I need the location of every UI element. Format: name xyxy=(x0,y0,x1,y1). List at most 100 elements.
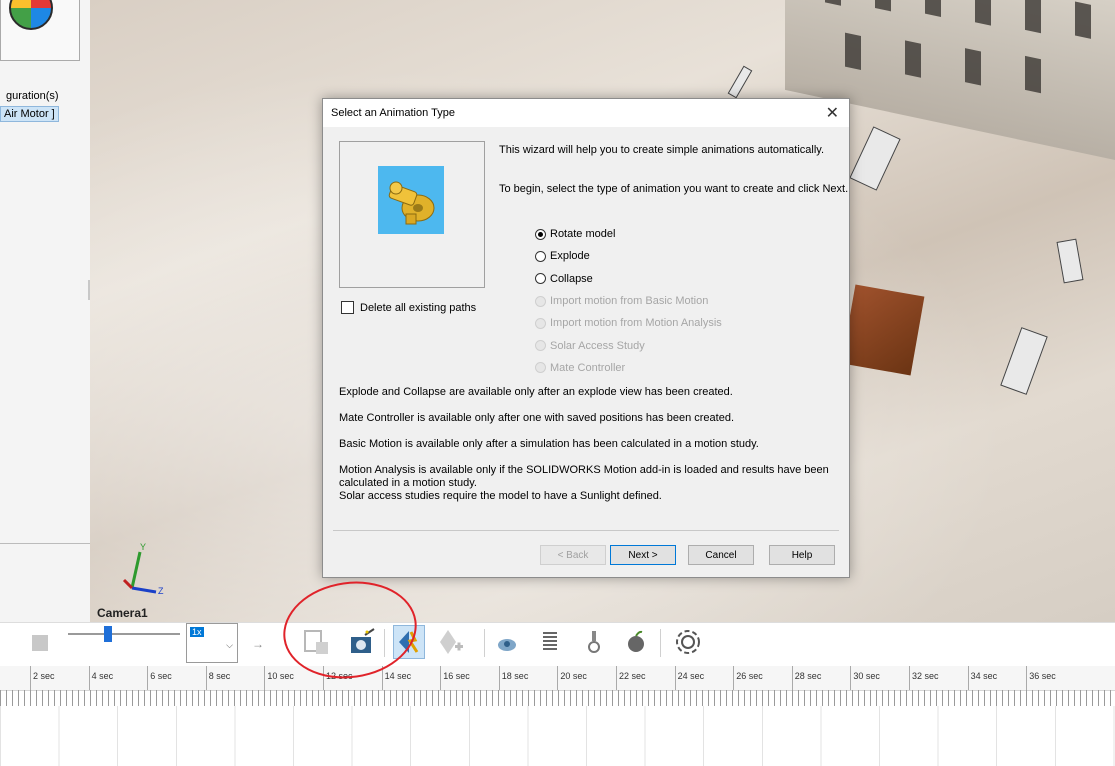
animation-preview xyxy=(339,141,485,288)
contact-icon[interactable] xyxy=(578,625,610,659)
timeline[interactable]: 2 sec 4 sec 6 sec 8 sec 10 sec 12 sec 14 sec 16… xyxy=(0,666,1115,766)
ruler-time-label: 30 sec xyxy=(853,671,880,681)
ruler-major-tick xyxy=(30,666,31,690)
appearance-ball-icon xyxy=(9,0,53,30)
ruler-major-tick xyxy=(498,666,500,690)
dialog-titlebar[interactable]: Select an Animation Type ✕ xyxy=(323,99,849,127)
radio-mate-controller xyxy=(535,362,546,374)
option-collapse[interactable]: Collapse xyxy=(535,268,722,290)
arrow-right-icon: → xyxy=(252,637,264,651)
option-label: Explode xyxy=(550,250,590,263)
axis-z-label: Z xyxy=(158,586,164,596)
option-rotate-model[interactable]: Rotate model xyxy=(535,223,722,245)
stop-button[interactable] xyxy=(32,635,48,651)
playback-slider[interactable] xyxy=(68,633,180,635)
ruler-time-label: 32 sec xyxy=(912,671,939,681)
gravity-icon[interactable] xyxy=(620,625,652,659)
motion-manager-toolbar: 1x ⌵ → xyxy=(0,622,1115,667)
note-mate-controller: Mate Controller is available only after … xyxy=(339,412,735,424)
view-triad: Y Z xyxy=(122,542,164,596)
option-label: Rotate model xyxy=(550,228,616,241)
ruler-time-label: 24 sec xyxy=(677,671,705,681)
dialog-title: Select an Animation Type xyxy=(331,107,455,119)
option-mate-controller: Mate Controller xyxy=(535,357,722,379)
chevron-down-icon: ⌵ xyxy=(226,640,233,650)
note-solar-access: Solar access studies require the model t… xyxy=(339,490,662,502)
rotating-part-icon xyxy=(388,181,435,225)
radio-import-basic-motion xyxy=(535,295,546,307)
speed-value: 1x xyxy=(190,627,204,637)
option-import-motion-analysis: Import motion from Motion Analysis xyxy=(535,312,722,334)
ruler-time-label: 22 sec xyxy=(619,671,646,681)
ruler-time-label: 4 sec xyxy=(91,671,114,681)
panel-divider xyxy=(0,543,90,544)
option-solar-access-study: Solar Access Study xyxy=(535,334,722,356)
ruler-major-tick xyxy=(909,666,910,690)
dialog-notes: Explode and Collapse are available only … xyxy=(339,386,834,516)
ruler-time-label: 10 sec xyxy=(267,671,294,681)
playback-speed-select[interactable]: 1x ⌵ xyxy=(186,623,238,663)
ruler-time-label: 14 sec xyxy=(384,671,412,681)
ruler-time-label: 2 sec xyxy=(33,671,55,681)
ruler-major-tick xyxy=(791,666,793,690)
note-motion-analysis: Motion Analysis is available only if the… xyxy=(339,464,829,489)
ruler-time-label: 18 sec xyxy=(501,671,529,681)
ruler-time-label: 8 sec xyxy=(208,671,231,681)
dialog-separator xyxy=(333,530,839,531)
ruler-major-tick xyxy=(147,666,149,690)
note-explode-collapse: Explode and Collapse are available only … xyxy=(339,386,733,398)
axis-y-label: Y xyxy=(140,542,146,552)
ruler-major-tick xyxy=(88,666,90,690)
feature-manager-panel: guration(s) Air Motor ] xyxy=(0,0,91,622)
ruler-time-label: 36 sec xyxy=(1029,671,1056,681)
back-button[interactable]: < Back xyxy=(540,545,606,565)
option-label: Import motion from Motion Analysis xyxy=(550,317,722,330)
appearance-tab[interactable] xyxy=(0,0,80,61)
option-label: Import motion from Basic Motion xyxy=(550,295,709,308)
ruler-time-label: 6 sec xyxy=(150,671,172,681)
ruler-time-label: 28 sec xyxy=(794,671,822,681)
active-configuration[interactable]: Air Motor ] xyxy=(0,106,59,122)
option-label: Solar Access Study xyxy=(550,339,645,352)
ruler-major-tick xyxy=(850,666,852,690)
radio-rotate-model[interactable] xyxy=(535,228,546,240)
ruler-major-tick xyxy=(557,666,559,690)
ruler-major-tick xyxy=(205,666,207,690)
ruler-major-tick xyxy=(1026,666,1028,690)
wood-base-part[interactable] xyxy=(841,284,925,376)
ruler-major-tick xyxy=(674,666,676,690)
option-explode[interactable]: Explode xyxy=(535,245,722,267)
delete-paths-label: Delete all existing paths xyxy=(360,301,477,314)
time-ruler[interactable]: 2 sec 4 sec 6 sec 8 sec 10 sec 12 sec 14 sec 16… xyxy=(0,666,1115,691)
option-label: Mate Controller xyxy=(550,361,626,374)
intro-text-2: To begin, select the type of animation y… xyxy=(499,183,849,195)
close-icon[interactable]: ✕ xyxy=(826,103,839,123)
delete-paths-checkbox[interactable] xyxy=(341,301,354,314)
cancel-button[interactable]: Cancel xyxy=(688,545,754,565)
radio-import-motion-analysis xyxy=(535,317,546,329)
delete-paths-row[interactable]: Delete all existing paths xyxy=(341,301,476,314)
ruler-time-label: 26 sec xyxy=(736,671,763,681)
ruler-time-label: 20 sec xyxy=(560,671,587,681)
ruler-major-tick xyxy=(733,666,735,690)
help-button[interactable]: Help xyxy=(769,545,835,565)
next-button[interactable]: Next > xyxy=(610,545,676,565)
motor-icon[interactable] xyxy=(492,625,524,659)
ruler-major-tick xyxy=(967,666,969,690)
playback-slider-thumb[interactable] xyxy=(104,626,112,642)
spring-icon[interactable] xyxy=(534,625,566,659)
radio-collapse[interactable] xyxy=(535,273,546,285)
add-update-key-icon[interactable] xyxy=(436,625,468,659)
animation-type-dialog: Select an Animation Type ✕ Delete all ex… xyxy=(322,98,850,578)
configurations-label: guration(s) xyxy=(6,90,59,102)
radio-explode[interactable] xyxy=(535,250,546,262)
option-import-basic-motion: Import motion from Basic Motion xyxy=(535,290,722,312)
ruler-time-label: 34 sec xyxy=(970,671,998,681)
ruler-major-tick xyxy=(440,666,442,690)
radio-solar-access-study xyxy=(535,340,546,352)
preview-image xyxy=(378,166,444,234)
animation-type-options: Rotate model Explode Collapse Import mot… xyxy=(535,223,722,379)
motion-study-properties-icon[interactable] xyxy=(672,625,704,659)
timeline-rows[interactable] xyxy=(0,706,1115,766)
ruler-major-tick xyxy=(264,666,266,690)
